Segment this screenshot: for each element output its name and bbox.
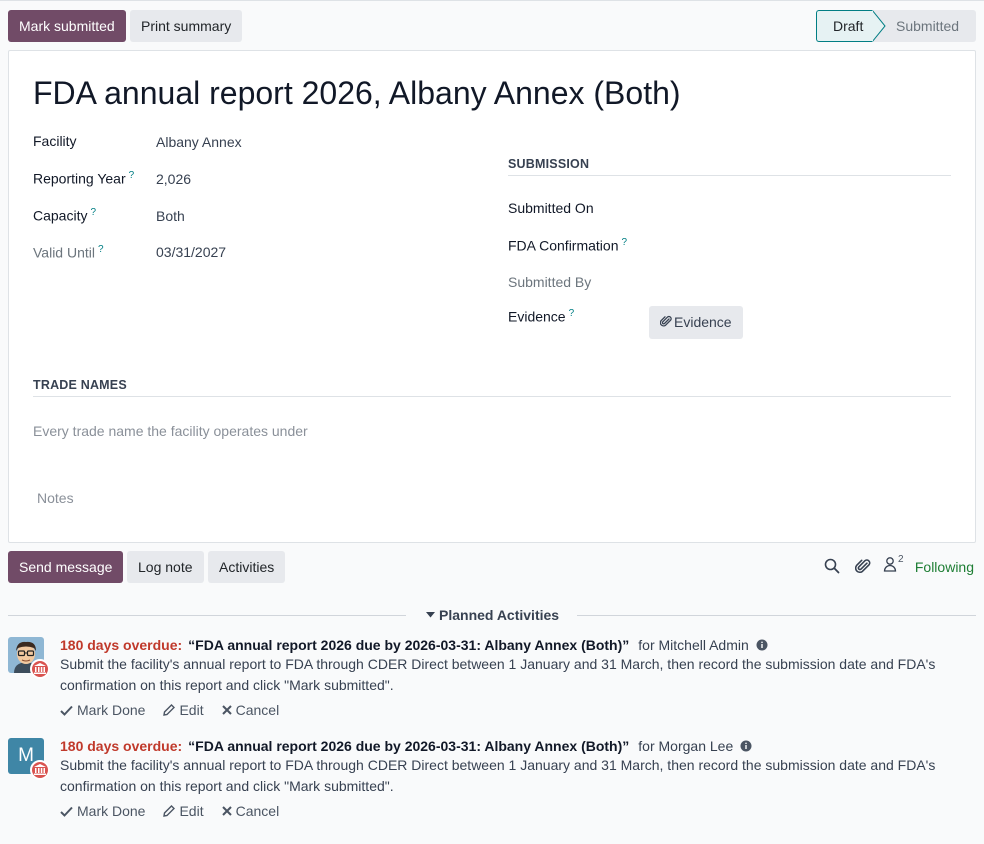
help-icon[interactable]: ? xyxy=(129,170,135,181)
divider-line xyxy=(577,615,976,616)
pencil-icon xyxy=(163,704,176,716)
check-icon xyxy=(60,705,73,716)
cancel-label: Cancel xyxy=(235,702,280,718)
institution-icon xyxy=(34,764,46,775)
notes-field[interactable]: Notes xyxy=(37,490,74,506)
divider-line xyxy=(8,615,406,616)
caret-down-icon xyxy=(426,612,435,618)
close-icon xyxy=(221,705,232,715)
evidence-button-label: Evidence xyxy=(674,314,732,330)
facility-label: Facility xyxy=(33,133,77,149)
mark-done-label: Mark Done xyxy=(77,702,146,718)
help-icon[interactable]: ? xyxy=(98,244,104,255)
chatter-toolbar: Send message Log note Activities 2 Follo… xyxy=(0,551,984,584)
mark-submitted-button[interactable]: Mark submitted xyxy=(8,10,126,42)
submission-heading: SUBMISSION xyxy=(508,157,951,176)
fda-confirmation-label: FDA Confirmation? xyxy=(508,237,628,254)
activity-title: “FDA annual report 2026 due by 2026-03-3… xyxy=(188,637,630,653)
mark-done-button[interactable]: Mark Done xyxy=(60,803,145,819)
planned-activities-divider[interactable]: Planned Activities xyxy=(8,606,976,626)
planned-activities-label: Planned Activities xyxy=(439,607,560,623)
reporting-year-label: Reporting Year? xyxy=(33,170,135,187)
valid-until-value: 03/31/2027 xyxy=(156,244,227,260)
following-button[interactable]: Following xyxy=(915,559,974,575)
edit-button[interactable]: Edit xyxy=(163,803,204,819)
edit-label: Edit xyxy=(179,803,204,819)
control-panel: Mark submitted Print summary Draft Submi… xyxy=(0,0,984,50)
print-summary-button[interactable]: Print summary xyxy=(130,10,243,42)
institution-icon xyxy=(34,663,46,674)
submitted-by-label: Submitted By xyxy=(508,274,592,290)
capacity-value[interactable]: Both xyxy=(156,208,185,224)
overdue-label: 180 days overdue: xyxy=(60,637,183,653)
trade-names-field[interactable]: Every trade name the facility operates u… xyxy=(33,423,308,439)
status-submitted[interactable]: Submitted xyxy=(873,10,976,42)
info-icon[interactable] xyxy=(740,740,752,752)
reporting-year-value[interactable]: 2,026 xyxy=(156,171,191,187)
activity-note: Submit the facility's annual report to F… xyxy=(60,656,936,693)
cancel-button[interactable]: Cancel xyxy=(221,702,280,718)
activity-assignee: for Mitchell Admin xyxy=(638,637,749,653)
activity-note: Submit the facility's annual report to F… xyxy=(60,757,936,794)
activity-title: “FDA annual report 2026 due by 2026-03-3… xyxy=(188,738,630,754)
help-icon[interactable]: ? xyxy=(569,308,575,319)
activity-type-badge xyxy=(30,760,50,780)
activity-actions: Mark Done Edit Cancel xyxy=(60,702,297,718)
info-icon[interactable] xyxy=(756,639,768,651)
trade-names-heading: TRADE NAMES xyxy=(33,378,951,397)
valid-until-label: Valid Until? xyxy=(33,244,104,261)
record-title: FDA annual report 2026, Albany Annex (Bo… xyxy=(33,75,681,111)
activity-header: 180 days overdue: “FDA annual report 2026… xyxy=(60,738,752,754)
evidence-label: Evidence? xyxy=(508,308,575,325)
activity-assignee: for Morgan Lee xyxy=(638,738,734,754)
evidence-button[interactable]: Evidence xyxy=(649,306,743,339)
planned-activities-toggle[interactable]: Planned Activities xyxy=(426,607,559,623)
mark-done-button[interactable]: Mark Done xyxy=(60,702,145,718)
paperclip-icon[interactable] xyxy=(854,558,871,578)
activity-type-badge xyxy=(30,659,50,679)
help-icon[interactable]: ? xyxy=(621,237,627,248)
activity-item: M 180 days overdue: “FDA annual report 20… xyxy=(8,738,976,828)
close-icon xyxy=(221,806,232,816)
help-icon[interactable]: ? xyxy=(90,207,96,218)
facility-value[interactable]: Albany Annex xyxy=(156,134,242,150)
edit-button[interactable]: Edit xyxy=(163,702,204,718)
check-icon xyxy=(60,806,73,817)
cancel-label: Cancel xyxy=(235,803,280,819)
user-icon xyxy=(883,557,897,572)
edit-label: Edit xyxy=(179,702,204,718)
paperclip-icon xyxy=(659,315,672,327)
status-submitted-label: Submitted xyxy=(896,18,960,34)
activity-actions: Mark Done Edit Cancel xyxy=(60,803,297,819)
status-bar: Draft Submitted xyxy=(816,10,976,42)
status-arrow-icon xyxy=(872,10,886,42)
search-icon[interactable] xyxy=(824,558,840,577)
cancel-button[interactable]: Cancel xyxy=(221,803,280,819)
capacity-label: Capacity? xyxy=(33,207,97,224)
activities-button[interactable]: Activities xyxy=(208,551,286,583)
form-sheet: FDA annual report 2026, Albany Annex (Bo… xyxy=(8,50,976,543)
status-draft[interactable]: Draft xyxy=(816,10,886,42)
status-draft-label: Draft xyxy=(833,18,864,34)
activity-item: 180 days overdue: “FDA annual report 2026… xyxy=(8,637,976,727)
follower-count: 2 xyxy=(898,554,904,566)
log-note-button[interactable]: Log note xyxy=(127,551,204,583)
mark-done-label: Mark Done xyxy=(77,803,146,819)
followers-button[interactable]: 2 xyxy=(883,554,904,575)
pencil-icon xyxy=(163,805,176,817)
send-message-button[interactable]: Send message xyxy=(8,551,124,583)
submitted-on-label: Submitted On xyxy=(508,200,594,216)
overdue-label: 180 days overdue: xyxy=(60,738,183,754)
activity-header: 180 days overdue: “FDA annual report 2026… xyxy=(60,637,768,653)
